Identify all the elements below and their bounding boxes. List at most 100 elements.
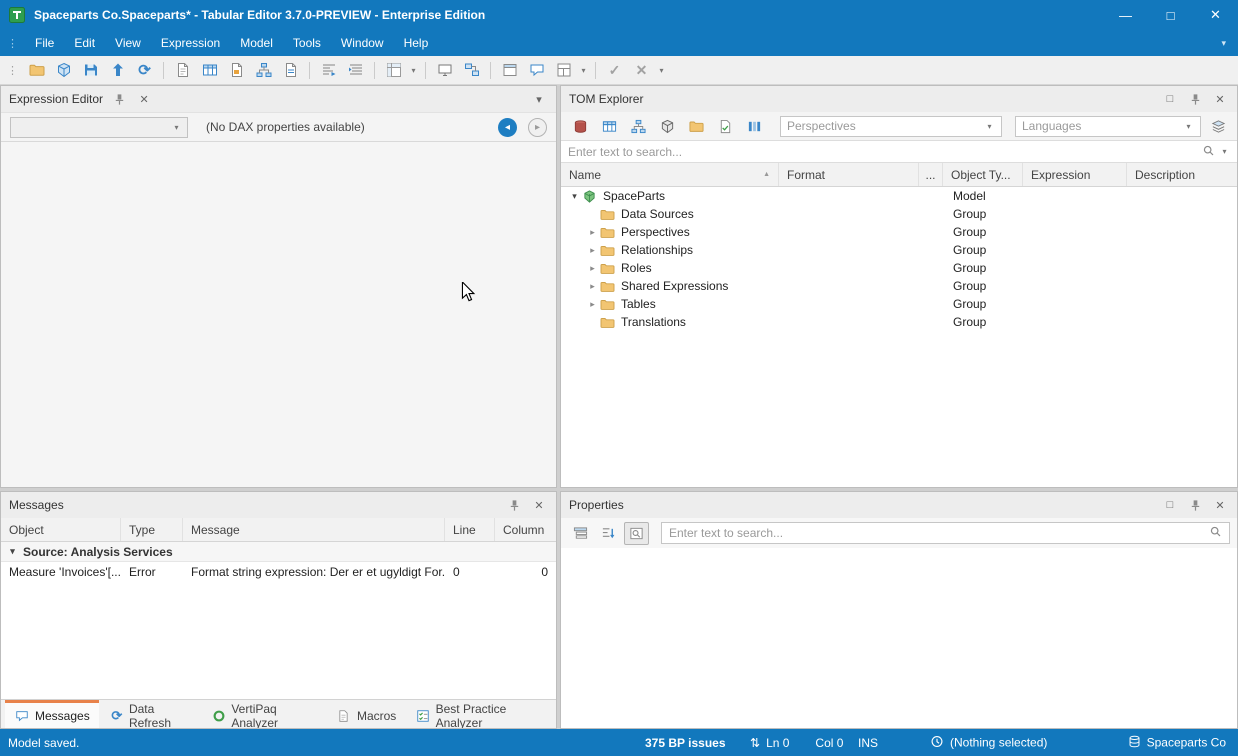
close-panel-icon[interactable]: ✕ bbox=[530, 496, 548, 514]
model-cube-icon[interactable] bbox=[51, 58, 76, 82]
menu-help[interactable]: Help bbox=[394, 31, 439, 55]
diagram-icon[interactable] bbox=[459, 58, 484, 82]
maximize-panel-icon[interactable]: □ bbox=[1161, 90, 1179, 108]
menu-model[interactable]: Model bbox=[230, 31, 283, 55]
deploy-icon[interactable] bbox=[105, 58, 130, 82]
pivot-grid-dropdown-icon[interactable]: ▾ bbox=[408, 66, 419, 75]
column-header-format[interactable]: Format bbox=[779, 163, 919, 186]
tab-best-practice-analyzer[interactable]: Best Practice Analyzer bbox=[407, 700, 552, 728]
menubar-grip[interactable]: ⋮ bbox=[0, 37, 25, 50]
messages-group-row[interactable]: ▾ Source: Analysis Services bbox=[1, 542, 556, 562]
expand-icon[interactable]: ▸ bbox=[586, 299, 599, 310]
tab-vertipaq-analyzer[interactable]: VertiPaq Analyzer bbox=[203, 700, 325, 728]
new-hierarchy-icon[interactable] bbox=[251, 58, 276, 82]
menubar-overflow-chevron-icon[interactable]: ▾ bbox=[1209, 38, 1238, 49]
toolbar-grip[interactable]: ⋮ bbox=[3, 64, 22, 77]
save-layout-icon[interactable] bbox=[551, 58, 576, 82]
format-dax-icon[interactable] bbox=[316, 58, 341, 82]
minimize-button[interactable]: — bbox=[1103, 0, 1148, 30]
edit-dropdown-icon[interactable]: ▾ bbox=[656, 66, 667, 75]
column-header-line[interactable]: Line bbox=[445, 518, 495, 541]
maximize-panel-icon[interactable]: □ bbox=[1161, 496, 1179, 514]
categorized-view-icon[interactable] bbox=[568, 522, 593, 545]
accept-edit-icon[interactable]: ✓ bbox=[602, 58, 627, 82]
column-header-name[interactable]: Name▲ bbox=[561, 163, 779, 186]
show-perspectives-icon[interactable] bbox=[655, 115, 679, 138]
pin-icon[interactable] bbox=[110, 90, 128, 108]
menu-edit[interactable]: Edit bbox=[64, 31, 105, 55]
expand-icon[interactable]: ▸ bbox=[586, 263, 599, 274]
expand-icon[interactable]: ▸ bbox=[586, 227, 599, 238]
search-panel-toggle-icon[interactable] bbox=[624, 522, 649, 545]
cancel-edit-icon[interactable]: ✕ bbox=[629, 58, 654, 82]
search-icon[interactable] bbox=[1202, 144, 1215, 160]
menu-file[interactable]: File bbox=[25, 31, 64, 55]
show-data-sources-icon[interactable] bbox=[568, 115, 592, 138]
column-header-object-type[interactable]: Object Ty... bbox=[943, 163, 1023, 186]
group-collapse-icon[interactable]: ▾ bbox=[6, 546, 19, 557]
menu-window[interactable]: Window bbox=[331, 31, 394, 55]
show-folders-icon[interactable] bbox=[684, 115, 708, 138]
bp-issues-button[interactable]: 375 BP issues bbox=[645, 736, 726, 750]
alphabetical-sort-icon[interactable] bbox=[596, 522, 621, 545]
pin-icon[interactable] bbox=[1186, 90, 1204, 108]
tree-row-shared-expressions[interactable]: ▸Shared Expressions Group bbox=[561, 277, 1237, 295]
pin-icon[interactable] bbox=[505, 496, 523, 514]
save-icon[interactable] bbox=[78, 58, 103, 82]
show-hierarchies-icon[interactable] bbox=[626, 115, 650, 138]
tree-row-perspectives[interactable]: ▸Perspectives Group bbox=[561, 223, 1237, 241]
layers-view-icon[interactable] bbox=[1206, 115, 1230, 138]
tab-macros[interactable]: Macros bbox=[327, 700, 405, 728]
navigate-back-button[interactable]: ◂ bbox=[498, 118, 517, 137]
column-header-dots[interactable]: ... bbox=[919, 163, 943, 186]
tree-row-translations[interactable]: Translations Group bbox=[561, 313, 1237, 331]
new-measure-icon[interactable] bbox=[170, 58, 195, 82]
format-dax-long-lines-icon[interactable] bbox=[343, 58, 368, 82]
menu-tools[interactable]: Tools bbox=[283, 31, 331, 55]
column-header-message[interactable]: Message bbox=[183, 518, 445, 541]
navigate-forward-button[interactable]: ▸ bbox=[528, 118, 547, 137]
tom-search-input[interactable] bbox=[568, 145, 1198, 159]
tree-row-tables[interactable]: ▸Tables Group bbox=[561, 295, 1237, 313]
message-row[interactable]: Measure 'Invoices'[... Error Format stri… bbox=[1, 562, 556, 581]
show-columns-icon[interactable] bbox=[742, 115, 766, 138]
collapse-icon[interactable]: ▾ bbox=[568, 191, 581, 202]
tree-row-spaceparts[interactable]: ▾SpaceParts Model bbox=[561, 187, 1237, 205]
column-header-expression[interactable]: Expression bbox=[1023, 163, 1127, 186]
close-button[interactable]: ✕ bbox=[1193, 0, 1238, 30]
show-tables-icon[interactable] bbox=[597, 115, 621, 138]
languages-combobox[interactable]: Languages ▾ bbox=[1015, 116, 1201, 137]
tab-data-refresh[interactable]: ⟳ Data Refresh bbox=[101, 700, 201, 728]
search-icon[interactable] bbox=[1209, 525, 1222, 541]
expression-editor-canvas[interactable] bbox=[1, 142, 556, 487]
properties-search-input[interactable] bbox=[669, 526, 1205, 540]
new-partition-icon[interactable] bbox=[278, 58, 303, 82]
tree-row-relationships[interactable]: ▸Relationships Group bbox=[561, 241, 1237, 259]
menu-expression[interactable]: Expression bbox=[151, 31, 230, 55]
menu-view[interactable]: View bbox=[105, 31, 151, 55]
close-panel-icon[interactable]: ✕ bbox=[1211, 90, 1229, 108]
column-header-description[interactable]: Description bbox=[1127, 163, 1237, 186]
show-scripts-icon[interactable] bbox=[713, 115, 737, 138]
expand-icon[interactable]: ▸ bbox=[586, 245, 599, 256]
column-header-type[interactable]: Type bbox=[121, 518, 183, 541]
pin-icon[interactable] bbox=[1186, 496, 1204, 514]
layout-dropdown-icon[interactable]: ▾ bbox=[578, 66, 589, 75]
dax-property-combobox[interactable]: ▾ bbox=[10, 117, 188, 138]
open-model-icon[interactable] bbox=[24, 58, 49, 82]
tab-messages[interactable]: Messages bbox=[5, 700, 99, 728]
close-panel-icon[interactable]: ✕ bbox=[135, 90, 153, 108]
expand-icon[interactable]: ▸ bbox=[586, 281, 599, 292]
maximize-button[interactable]: □ bbox=[1148, 0, 1193, 30]
panel-menu-chevron-icon[interactable]: ▾ bbox=[530, 90, 548, 108]
pivot-grid-icon[interactable] bbox=[381, 58, 406, 82]
close-panel-icon[interactable]: ✕ bbox=[1211, 496, 1229, 514]
new-calculation-item-icon[interactable] bbox=[224, 58, 249, 82]
column-header-object[interactable]: Object bbox=[1, 518, 121, 541]
refresh-icon[interactable]: ⟳ bbox=[132, 58, 157, 82]
tree-row-data-sources[interactable]: Data Sources Group bbox=[561, 205, 1237, 223]
search-options-dropdown-icon[interactable]: ▾ bbox=[1219, 147, 1230, 156]
window-icon[interactable] bbox=[497, 58, 522, 82]
connection-indicator[interactable]: Spaceparts Co bbox=[1128, 734, 1226, 751]
tree-row-roles[interactable]: ▸Roles Group bbox=[561, 259, 1237, 277]
